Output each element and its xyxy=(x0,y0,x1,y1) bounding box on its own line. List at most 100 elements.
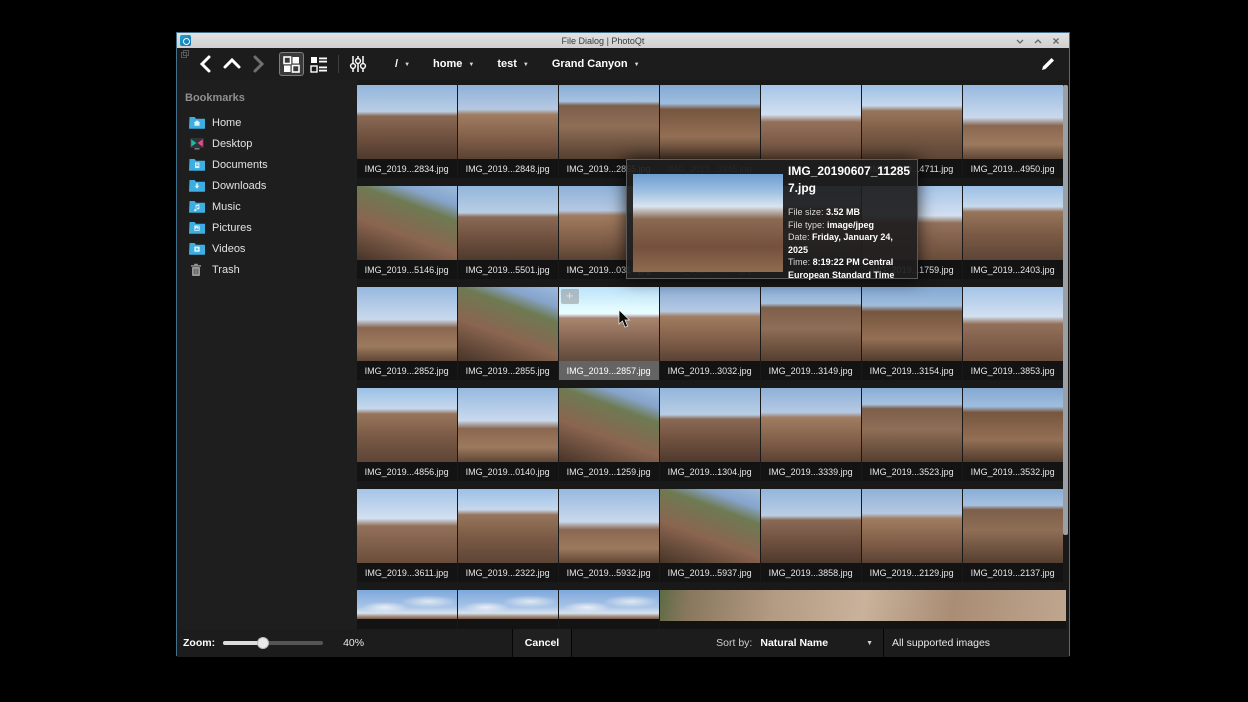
thumbnail-cell[interactable]: IMG_2019...2848.jpg xyxy=(458,85,558,178)
thumbnail-cell[interactable]: IMG_2019...1259.jpg xyxy=(559,388,659,481)
thumbnail-cell[interactable]: IMG_2019...2855.jpg xyxy=(458,287,558,380)
sidebar-item-pictures[interactable]: Pictures xyxy=(185,217,357,238)
zoom-slider-handle[interactable] xyxy=(257,637,269,649)
grid-view-button[interactable] xyxy=(279,52,304,76)
forward-button[interactable] xyxy=(245,51,271,77)
thumbnail-image xyxy=(357,489,457,563)
detach-icon[interactable] xyxy=(181,50,189,58)
zoom-label: Zoom: xyxy=(183,637,215,649)
sort-dropdown[interactable]: Sort by: Natural Name ▼ xyxy=(572,629,883,657)
close-icon[interactable] xyxy=(1051,36,1061,46)
sidebar-item-downloads[interactable]: Downloads xyxy=(185,175,357,196)
list-view-button[interactable] xyxy=(306,52,331,76)
thumbnail-cell[interactable]: IMG_2019...3611.jpg xyxy=(357,489,457,582)
thumbnail-label: IMG_2019...5501.jpg xyxy=(458,260,558,279)
titlebar[interactable]: File Dialog | PhotoQt xyxy=(177,33,1069,48)
folder-music-icon xyxy=(189,200,205,214)
thumbnail-cell[interactable]: IMG_2019...4950.jpg xyxy=(963,85,1063,178)
thumbnail-cell[interactable]: IMG_2019...1304.jpg xyxy=(660,388,760,481)
thumbnail-image xyxy=(357,590,457,619)
thumbnail-cell[interactable]: IMG_2019...3154.jpg xyxy=(862,287,962,380)
tooltip-preview-image xyxy=(633,174,783,272)
filter-selector[interactable]: All supported images xyxy=(884,629,1069,657)
sidebar-item-trash[interactable]: Trash xyxy=(185,259,357,280)
thumbnail-label: IMG_2019...2848.jpg xyxy=(458,159,558,178)
thumbnail-cell[interactable] xyxy=(357,590,457,629)
thumbnail-label xyxy=(559,619,659,629)
thumbnail-cell[interactable]: IMG_2019...5501.jpg xyxy=(458,186,558,279)
tooltip-filename: IMG_20190607_112857.jpg xyxy=(788,163,914,197)
thumbnail-label: IMG_2019...2857.jpg xyxy=(559,361,659,380)
breadcrumb-segment[interactable]: Grand Canyon xyxy=(548,58,632,70)
thumbnail-image xyxy=(458,85,558,159)
thumbnail-cell[interactable]: IMG_2019...3523.jpg xyxy=(862,388,962,481)
bookmarks-sidebar: Bookmarks HomeDesktopDocumentsDownloadsM… xyxy=(177,80,357,629)
sidebar-item-desktop[interactable]: Desktop xyxy=(185,133,357,154)
thumbnail-label: IMG_2019...3523.jpg xyxy=(862,462,962,481)
thumbnail-cell[interactable]: IMG_2019...0140.jpg xyxy=(458,388,558,481)
sidebar-item-label: Music xyxy=(212,201,241,213)
sidebar-item-documents[interactable]: Documents xyxy=(185,154,357,175)
thumbnail-label: IMG_2019...1304.jpg xyxy=(660,462,760,481)
thumbnail-cell[interactable]: IMG_2019...2129.jpg xyxy=(862,489,962,582)
sidebar-item-label: Trash xyxy=(212,264,240,276)
zoom-slider[interactable] xyxy=(223,641,323,645)
thumbnail-label: IMG_2019...2834.jpg xyxy=(357,159,457,178)
thumbnail-image xyxy=(761,489,861,563)
thumbnail-image xyxy=(862,85,962,159)
thumbnail-image xyxy=(761,85,861,159)
thumbnail-cell[interactable]: IMG_2019...2322.jpg xyxy=(458,489,558,582)
edit-path-button[interactable] xyxy=(1037,53,1059,75)
thumbnail-cell[interactable]: IMG_2019...3858.jpg xyxy=(761,489,861,582)
thumbnail-cell[interactable] xyxy=(559,590,659,629)
thumbnail-cell[interactable]: IMG_2019...2137.jpg xyxy=(963,489,1063,582)
thumbnail-label: IMG_2019...3154.jpg xyxy=(862,361,962,380)
thumbnail-image xyxy=(458,388,558,462)
thumbnail-image xyxy=(963,489,1063,563)
sidebar-item-music[interactable]: Music xyxy=(185,196,357,217)
file-dialog-window: File Dialog | PhotoQt xyxy=(176,32,1070,656)
thumbnail-cell[interactable]: IMG_2019...4856.jpg xyxy=(357,388,457,481)
thumbnail-cell[interactable]: IMG_2019...5937.jpg xyxy=(660,489,760,582)
sidebar-item-videos[interactable]: Videos xyxy=(185,238,357,259)
thumbnail-cell[interactable]: IMG_2019...5146.jpg xyxy=(357,186,457,279)
minimize-icon[interactable] xyxy=(1015,36,1025,46)
thumbnail-label: IMG_2019...3611.jpg xyxy=(357,563,457,582)
add-select-icon[interactable]: + xyxy=(561,289,579,304)
thumbnail-label: IMG_2019...2855.jpg xyxy=(458,361,558,380)
cancel-button[interactable]: Cancel xyxy=(513,629,571,657)
vertical-scrollbar[interactable] xyxy=(1063,85,1068,535)
zoom-value: 40% xyxy=(343,637,364,649)
thumbnail-label: IMG_2019...3032.jpg xyxy=(660,361,760,380)
chevron-down-icon[interactable]: ▼ xyxy=(521,60,534,68)
thumbnail-cell[interactable]: IMG_2019...3339.jpg xyxy=(761,388,861,481)
back-button[interactable] xyxy=(193,51,219,77)
thumbnail-cell[interactable]: IMG_2019...3149.jpg xyxy=(761,287,861,380)
window-title: File Dialog | PhotoQt xyxy=(191,36,1015,46)
folder-pictures-icon xyxy=(189,221,205,235)
up-button[interactable] xyxy=(219,51,245,77)
tooltip-field: Date: Friday, January 24, 2025 xyxy=(788,231,914,256)
thumbnail-cell[interactable]: IMG_2019...2403.jpg xyxy=(963,186,1063,279)
thumbnail-cell[interactable]: IMG_2019...3853.jpg xyxy=(963,287,1063,380)
maximize-icon[interactable] xyxy=(1033,36,1043,46)
thumbnail-image xyxy=(357,388,457,462)
thumbnail-cell[interactable] xyxy=(660,590,1066,629)
thumbnail-cell[interactable]: IMG_2019...5932.jpg xyxy=(559,489,659,582)
thumbnail-cell[interactable]: IMG_2019...2852.jpg xyxy=(357,287,457,380)
chevron-down-icon[interactable]: ▼ xyxy=(632,60,645,68)
breadcrumb-segment[interactable]: / xyxy=(391,58,402,70)
sidebar-item-home[interactable]: Home xyxy=(185,112,357,133)
breadcrumb-segment[interactable]: test xyxy=(493,58,521,70)
chevron-down-icon[interactable]: ▼ xyxy=(402,60,415,68)
thumbnail-cell[interactable]: IMG_2019...3032.jpg xyxy=(660,287,760,380)
sidebar-item-label: Home xyxy=(212,117,241,129)
thumbnail-cell[interactable]: IMG_2019...3532.jpg xyxy=(963,388,1063,481)
chevron-down-icon[interactable]: ▼ xyxy=(466,60,479,68)
settings-button[interactable] xyxy=(345,51,371,77)
thumbnail-cell[interactable] xyxy=(458,590,558,629)
thumbnail-image xyxy=(761,388,861,462)
thumbnail-cell[interactable]: IMG_2019...2857.jpg + xyxy=(559,287,659,380)
thumbnail-cell[interactable]: IMG_2019...2834.jpg xyxy=(357,85,457,178)
breadcrumb-segment[interactable]: home xyxy=(429,58,466,70)
